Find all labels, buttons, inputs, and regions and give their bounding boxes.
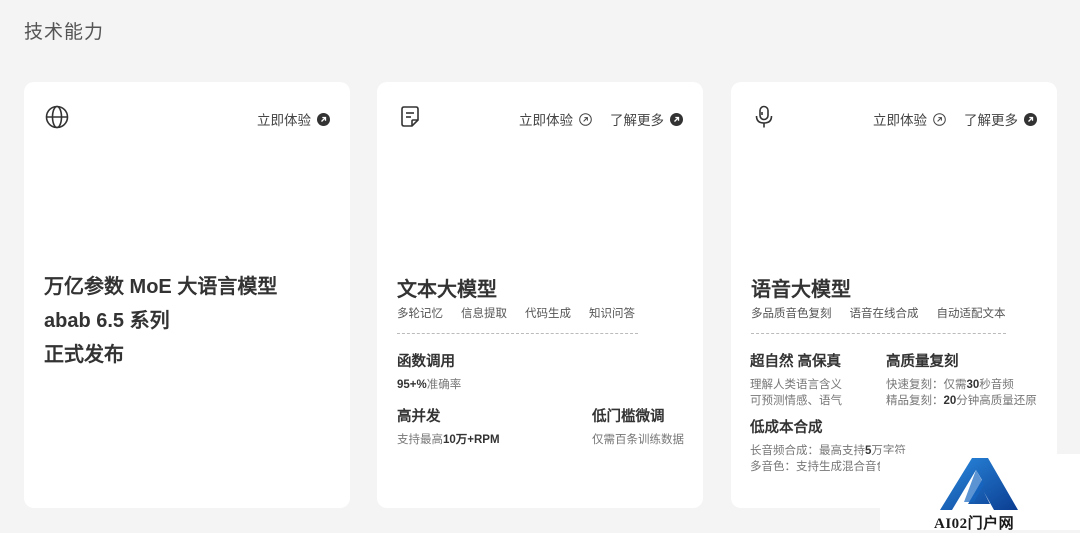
tag-list: 多轮记忆 信息提取 代码生成 知识问答 — [397, 305, 635, 321]
feature-finetune: 低门槛微调 仅需百条训练数据 — [592, 409, 684, 446]
tag: 自动适配文本 — [936, 308, 1006, 320]
try-now-link[interactable]: 立即体验 — [519, 109, 592, 129]
microphone-icon — [751, 104, 777, 130]
tag: 语音在线合成 — [849, 308, 919, 320]
headline: 万亿参数 MoE 大语言模型 abab 6.5 系列 正式发布 — [44, 276, 278, 366]
learn-more-link[interactable]: 了解更多 — [610, 109, 683, 129]
card-title: 语音大模型 — [751, 279, 851, 301]
watermark: AI02门户网 — [880, 454, 1080, 532]
arrow-up-right-outline-icon — [933, 112, 946, 126]
tag: 信息提取 — [461, 308, 507, 320]
tag: 知识问答 — [589, 308, 635, 320]
tag: 代码生成 — [525, 308, 571, 320]
card-speech-model: 立即体验 了解更多 语音大模型 多品质音色复刻 语音在线合成 自动适配文本 超自… — [731, 82, 1057, 508]
tag: 多轮记忆 — [397, 308, 443, 320]
arrow-up-right-filled-icon — [317, 112, 330, 126]
tag: 多品质音色复刻 — [751, 308, 832, 320]
section-title: 技术能力 — [24, 22, 105, 43]
card-llm-release: 立即体验 万亿参数 MoE 大语言模型 abab 6.5 系列 正式发布 — [24, 82, 350, 508]
tag-list: 多品质音色复刻 语音在线合成 自动适配文本 — [751, 305, 1006, 321]
watermark-logo — [940, 458, 1018, 510]
feature-function-call: 函数调用 95+%准确率 — [397, 354, 462, 391]
divider — [751, 333, 1006, 334]
try-now-link[interactable]: 立即体验 — [257, 109, 330, 129]
document-edit-icon — [397, 104, 423, 130]
divider — [397, 333, 638, 334]
feature-concurrency: 高并发 支持最高10万+RPM — [397, 409, 500, 446]
feature-clone: 高质量复刻 快速复刻：仅需30秒音频 精品复刻：20分钟高质量还原 — [886, 354, 1037, 407]
learn-more-link[interactable]: 了解更多 — [964, 109, 1037, 129]
card-title: 文本大模型 — [397, 279, 497, 301]
feature-natural: 超自然 高保真 理解人类语言含义 可预测情感、语气 — [750, 354, 842, 407]
globe-icon — [44, 104, 70, 130]
arrow-up-right-filled-icon — [670, 112, 683, 126]
arrow-up-right-filled-icon — [1024, 112, 1037, 126]
try-now-link[interactable]: 立即体验 — [873, 109, 946, 129]
card-text-model: 立即体验 了解更多 文本大模型 多轮记忆 信息提取 代码生成 知识问答 函数调用… — [377, 82, 703, 508]
arrow-up-right-outline-icon — [579, 112, 592, 126]
